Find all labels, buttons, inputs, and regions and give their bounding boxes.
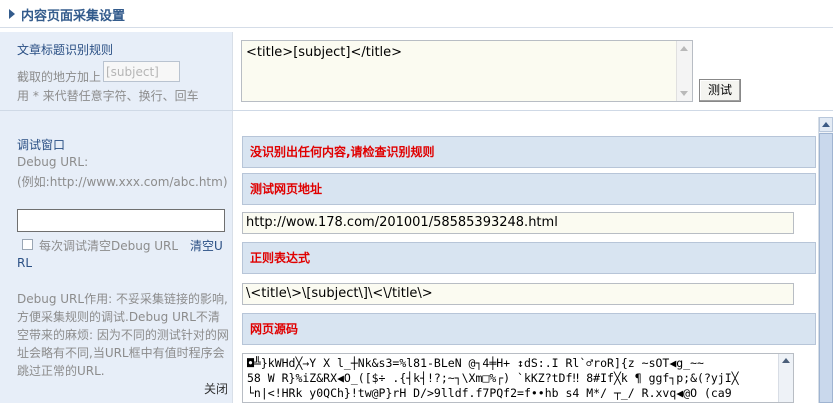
textarea-scrollbar[interactable] <box>676 41 692 101</box>
scroll-down-icon[interactable] <box>680 91 688 96</box>
debug-window-title: 调试窗口 <box>17 138 66 152</box>
source-code-textarea[interactable]: ◘╩}kWHd╳→Y X l_┼Nk&s3=%l81-BLeN @┐4╪H+ ↕… <box>242 353 794 403</box>
regex-header: 正则表达式 <box>242 242 816 274</box>
source-label: 网页源码 <box>250 322 299 336</box>
test-url-value: http://wow.178.com/201001/58585393248.ht… <box>246 215 558 230</box>
debug-url-example: (例如:http://www.xxx.com/abc.htm) <box>17 175 228 189</box>
source-line: 58 W R}%iZ&RX◀O_([$÷ .{┤k┤!?;~┐\Xm□%┌) `… <box>247 371 739 385</box>
clear-debug-url-checkbox[interactable] <box>22 239 33 250</box>
test-button[interactable]: 测试 <box>699 79 741 102</box>
regex-value: \<title\>\[subject\]\<\/title\> <box>246 286 433 301</box>
scroll-up-icon[interactable] <box>782 358 790 363</box>
source-header: 网页源码 <box>242 313 816 345</box>
close-link[interactable]: 关闭 <box>204 380 228 397</box>
clear-url-link[interactable]: 清空U <box>190 237 223 254</box>
test-url-field[interactable]: http://wow.178.com/201001/58585393248.ht… <box>242 212 794 234</box>
clear-debug-url-checkbox-label: 每次调试清空Debug URL <box>39 239 179 253</box>
section-title: 内容页面采集设置 <box>21 9 126 24</box>
title-rule-textarea[interactable]: <title>[subject]</title> <box>241 40 693 102</box>
source-line: ◘╩}kWHd╳→Y X l_┼Nk&s3=%l81-BLeN @┐4╪H+ ↕… <box>247 356 704 370</box>
scroll-up-button[interactable] <box>819 117 833 132</box>
debug-url-input[interactable] <box>17 209 225 232</box>
subject-placeholder-field[interactable] <box>103 61 180 82</box>
panel-scrollbar[interactable] <box>818 117 833 403</box>
title-rule-prefix: 截取的地方加上 <box>17 70 102 84</box>
regex-field[interactable]: \<title\>\[subject\]\<\/title\> <box>242 283 794 305</box>
clear-url-link-cont[interactable]: RL <box>17 256 32 270</box>
source-line: └n|<!HRk y0QCh}!tw@P}rH D/>9lldf.f7PQf2=… <box>247 386 732 400</box>
test-url-header: 测试网页地址 <box>242 173 816 205</box>
error-message: 没识别出任何内容,请检查识别规则 <box>250 145 435 159</box>
source-scrollbar[interactable] <box>778 354 793 402</box>
debug-help-text: Debug URL作用: 不妥采集链接的影响,方便采集规则的调试.Debug U… <box>17 292 229 378</box>
debug-url-label: Debug URL: <box>17 155 89 169</box>
regex-label: 正则表达式 <box>250 251 311 265</box>
triangle-right-icon <box>9 9 15 19</box>
scrollbar-thumb[interactable] <box>819 133 833 403</box>
title-rule-textarea-value: <title>[subject]</title> <box>246 45 403 60</box>
scroll-up-icon[interactable] <box>680 46 688 51</box>
error-message-bar: 没识别出任何内容,请检查识别规则 <box>242 136 816 168</box>
section-header: 内容页面采集设置 <box>0 0 833 28</box>
title-rule-label: 文章标题识别规则 <box>17 43 114 57</box>
scroll-up-icon <box>822 122 830 127</box>
source-code-content: ◘╩}kWHd╳→Y X l_┼Nk&s3=%l81-BLeN @┐4╪H+ ↕… <box>247 356 777 401</box>
test-url-label: 测试网页地址 <box>250 182 323 196</box>
title-rule-note: 用 * 来代替任意字符、换行、回车 <box>17 89 199 103</box>
